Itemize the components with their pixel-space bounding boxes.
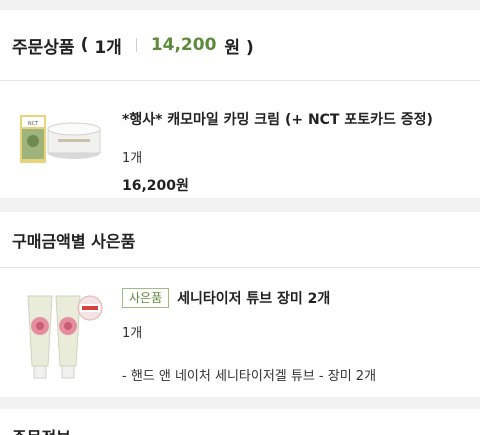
gift-section-header: 구매금액별 사은품 xyxy=(0,212,480,268)
order-items-title: 주문상품 xyxy=(12,37,75,58)
order-items-total-price: 14,200 xyxy=(150,35,217,55)
gift-info: 사은품 세니타이저 튜브 장미 2개 1개 - 핸드 앤 네이처 세니타이저겔 … xyxy=(122,288,376,384)
svg-text:NCT: NCT xyxy=(28,121,39,127)
product-info: *행사* 캐모마일 카밍 크림 (+ NCT 포토카드 증정) 1개 16,20… xyxy=(122,109,433,195)
cream-jar-with-photocard-image[interactable]: NCT xyxy=(12,95,108,185)
order-items-section: 주문상품 ( 1개 14,200 원 ) NCT *행사* 캐모마일 카밍 크림… xyxy=(0,10,480,198)
order-items-count: 1개 xyxy=(94,37,122,58)
product-row[interactable]: NCT *행사* 캐모마일 카밍 크림 (+ NCT 포토카드 증정) 1개 1… xyxy=(0,81,480,198)
rose-sanitizer-tubes-image xyxy=(27,295,103,379)
order-items-header: 주문상품 ( 1개 14,200 원 ) xyxy=(0,10,480,81)
order-items-currency: 원 ) xyxy=(224,37,254,58)
product-quantity: 1개 xyxy=(122,151,143,166)
gift-name: 세니타이저 튜브 장미 2개 xyxy=(177,291,331,307)
order-info-title: 주문정보 xyxy=(12,424,71,435)
header-divider xyxy=(135,38,137,52)
gift-badge: 사은품 xyxy=(122,288,170,308)
gift-section: 구매금액별 사은품 사은품 세니타이저 튜브 장미 2개 1개 - 핸드 앤 네… xyxy=(0,212,480,397)
gift-detail: - 핸드 앤 네이처 세니타이저겔 튜브 - 장미 2개 xyxy=(122,369,377,384)
order-info-section: 주문정보 xyxy=(0,409,480,435)
gift-title-line: 사은품 세니타이저 튜브 장미 2개 xyxy=(122,288,376,308)
order-page: 주문상품 ( 1개 14,200 원 ) NCT *행사* 캐모마일 카밍 크림… xyxy=(0,0,480,435)
product-name[interactable]: *행사* 캐모마일 카밍 크림 (+ NCT 포토카드 증정) xyxy=(122,109,433,129)
gift-row: 사은품 세니타이저 튜브 장미 2개 1개 - 핸드 앤 네이처 세니타이저겔 … xyxy=(0,268,480,397)
gift-quantity: 1개 xyxy=(122,326,143,341)
product-price: 16,200원 xyxy=(122,178,189,194)
order-items-paren: ( xyxy=(80,35,89,55)
